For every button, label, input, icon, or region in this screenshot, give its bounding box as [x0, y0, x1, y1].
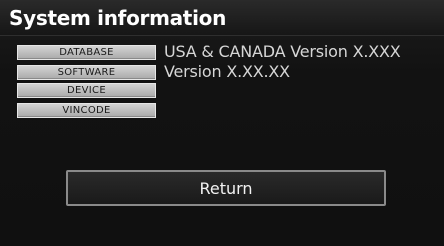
device-tag: DEVICE — [17, 83, 156, 98]
page-title: System information — [9, 6, 227, 30]
software-value: Version X.XX.XX — [164, 62, 290, 81]
return-button-label: Return — [199, 178, 253, 198]
database-tag: DATABASE — [17, 44, 156, 60]
info-row-vincode: VINCODE — [17, 103, 164, 118]
system-information-screen: System information DATABASE USA & CANADA… — [0, 0, 444, 246]
info-row-database: DATABASE USA & CANADA Version X.XXX — [17, 43, 401, 61]
title-bar: System information — [0, 0, 444, 36]
return-button[interactable]: Return — [66, 170, 386, 206]
vincode-tag: VINCODE — [17, 103, 156, 118]
info-row-software: SOFTWARE Version X.XX.XX — [17, 63, 290, 81]
software-tag: SOFTWARE — [17, 64, 156, 80]
info-row-device: DEVICE — [17, 83, 164, 98]
database-value: USA & CANADA Version X.XXX — [164, 42, 401, 61]
